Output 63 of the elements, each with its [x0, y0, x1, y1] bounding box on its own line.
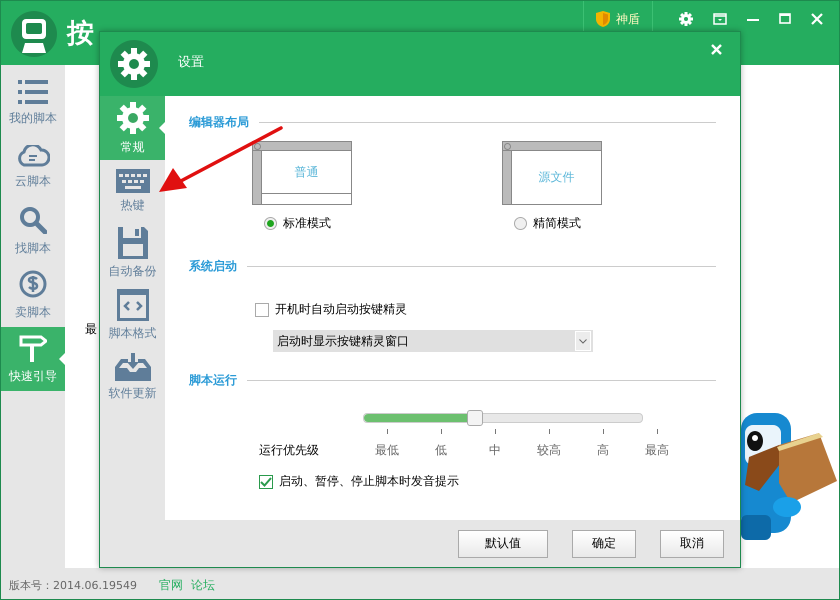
- cloud-icon: [16, 144, 50, 166]
- inbox-icon: [114, 352, 150, 380]
- priority-label: 运行优先级: [259, 442, 320, 459]
- layout-preview[interactable]: 源文件: [502, 141, 602, 205]
- settings-logo-icon: [110, 40, 158, 88]
- sidebar-item[interactable]: 快速引导: [1, 327, 65, 391]
- preview-label: 源文件: [538, 169, 574, 186]
- sidebar-item[interactable]: 我的脚本: [1, 71, 65, 135]
- settings-tab[interactable]: 自动备份: [100, 222, 165, 284]
- settings-tab[interactable]: 脚本格式: [100, 284, 165, 346]
- code-icon: [116, 288, 148, 320]
- sidebar-item[interactable]: 云脚本: [1, 135, 65, 199]
- tick-label: 中: [489, 442, 501, 459]
- tick-label: 最高: [645, 442, 669, 459]
- priority-slider[interactable]: [363, 413, 643, 423]
- layout-preview[interactable]: 普通: [252, 141, 352, 205]
- tick-label: 较高: [537, 442, 561, 459]
- radio-label: 精简模式: [533, 215, 581, 232]
- gear-icon: [116, 100, 150, 134]
- search-icon: [19, 206, 47, 234]
- settings-tab[interactable]: 热键: [100, 160, 165, 222]
- preview-label: 普通: [294, 164, 318, 180]
- save-icon: [118, 226, 148, 258]
- radio-label: 标准模式: [283, 215, 331, 232]
- dollar-icon: [19, 270, 47, 298]
- dialog-button[interactable]: 取消: [660, 530, 724, 558]
- checkbox-label: 开机时自动启动按键精灵: [275, 301, 407, 318]
- keyboard-icon: [116, 168, 150, 192]
- sidebar-item[interactable]: 卖脚本: [1, 263, 65, 327]
- settings-tab[interactable]: 软件更新: [100, 346, 165, 408]
- radio-button[interactable]: [264, 217, 277, 230]
- checkbox[interactable]: [259, 474, 273, 488]
- maximize-icon[interactable]: [779, 13, 791, 25]
- dialog-button[interactable]: 默认值: [458, 530, 548, 558]
- robot-logo-icon: [11, 11, 57, 57]
- version-label: 版本号：2014.06.19549: [9, 578, 137, 592]
- slider-thumb[interactable]: [467, 410, 484, 426]
- shield-icon: [596, 11, 610, 27]
- settings-tab[interactable]: 常规: [100, 96, 165, 160]
- sidebar-item[interactable]: 找脚本: [1, 199, 65, 263]
- section-heading: 编辑器布局: [189, 114, 249, 131]
- app-title: 按: [67, 17, 94, 51]
- chevron-down-icon: [579, 338, 587, 344]
- link[interactable]: 论坛: [190, 576, 215, 594]
- checkbox-label: 启动、暂停、停止脚本时发音提示: [279, 473, 459, 490]
- content-label: 最: [85, 321, 97, 338]
- section-heading: 脚本运行: [189, 372, 237, 389]
- signpost-icon: [19, 334, 47, 362]
- startup-window-select[interactable]: 启动时显示按键精灵窗口: [273, 330, 593, 352]
- tick-label: 最低: [375, 442, 399, 459]
- dialog-title: 设置: [178, 54, 204, 71]
- tick-label: 高: [597, 442, 609, 459]
- dialog-button[interactable]: 确定: [572, 530, 636, 558]
- radio-button[interactable]: [514, 217, 527, 230]
- checkbox[interactable]: [255, 302, 269, 316]
- link[interactable]: 官网: [158, 576, 183, 594]
- settings-icon[interactable]: [679, 12, 693, 26]
- list-icon: [18, 80, 48, 104]
- close-icon[interactable]: [711, 44, 722, 55]
- close-icon[interactable]: [811, 13, 823, 25]
- tick-label: 低: [435, 442, 447, 459]
- section-heading: 系统启动: [189, 258, 237, 275]
- dropdown-menu-icon[interactable]: [713, 13, 727, 25]
